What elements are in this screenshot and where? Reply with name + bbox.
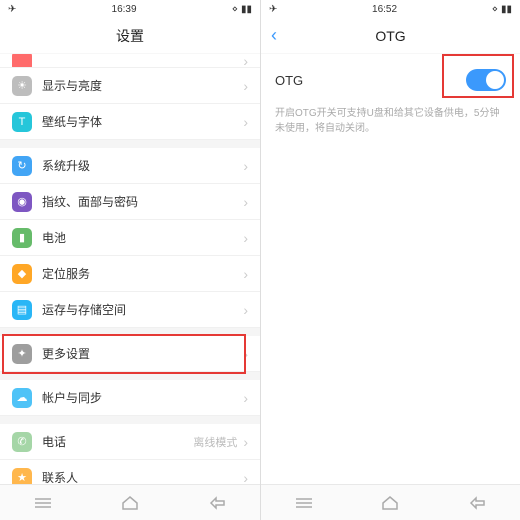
- storage-icon: ▤: [12, 300, 32, 320]
- item-contacts[interactable]: ★ 联系人 ›: [0, 460, 260, 484]
- item-label: 运存与存储空间: [42, 301, 243, 318]
- fingerprint-icon: ◉: [12, 192, 32, 212]
- header: ‹ OTG: [261, 18, 520, 54]
- battery-icon: ▮: [12, 228, 32, 248]
- back-chevron-icon[interactable]: ‹: [271, 25, 277, 46]
- item-update[interactable]: ↻ 系统升级 ›: [0, 148, 260, 184]
- item-label: 更多设置: [42, 345, 243, 362]
- item-label: 显示与亮度: [42, 77, 243, 94]
- nav-bar: [261, 484, 520, 520]
- battery-icon: ▮▮: [501, 4, 512, 15]
- chevron-right-icon: ›: [243, 266, 248, 282]
- recent-button[interactable]: [33, 495, 53, 511]
- settings-list[interactable]: › ☀ 显示与亮度 › T 壁纸与字体 › ↻ 系统升级 › ◉ 指纹、面部与密…: [0, 54, 260, 484]
- battery-icon: ▮▮: [241, 4, 252, 15]
- item-label: 电池: [42, 229, 243, 246]
- chevron-right-icon: ›: [243, 434, 248, 450]
- chevron-right-icon: ›: [243, 158, 248, 174]
- item-biometric[interactable]: ◉ 指纹、面部与密码 ›: [0, 184, 260, 220]
- item-label: 定位服务: [42, 265, 243, 282]
- item-battery[interactable]: ▮ 电池 ›: [0, 220, 260, 256]
- chevron-right-icon: ›: [243, 230, 248, 246]
- chevron-right-icon: ›: [243, 194, 248, 210]
- sound-icon: [12, 54, 32, 68]
- update-icon: ↻: [12, 156, 32, 176]
- otg-label: OTG: [275, 73, 303, 88]
- chevron-right-icon: ›: [243, 302, 248, 318]
- back-button[interactable]: [467, 495, 487, 511]
- chevron-right-icon: ›: [243, 114, 248, 130]
- page-title: 设置: [116, 26, 144, 46]
- settings-screen: ✈ 16:39 ⋄ ▮▮ 设置 › ☀ 显示与亮度 › T 壁纸与字体 ›: [0, 0, 260, 520]
- cloud-icon: ☁: [12, 388, 32, 408]
- header: 设置: [0, 18, 260, 54]
- status-time: 16:52: [372, 4, 397, 15]
- location-icon: ◆: [12, 264, 32, 284]
- status-bar: ✈ 16:52 ⋄ ▮▮: [261, 0, 520, 18]
- back-button[interactable]: [207, 495, 227, 511]
- home-button[interactable]: [120, 495, 140, 511]
- item-storage[interactable]: ▤ 运存与存储空间 ›: [0, 292, 260, 328]
- list-item[interactable]: ›: [0, 54, 260, 68]
- chevron-right-icon: ›: [243, 78, 248, 94]
- item-wallpaper[interactable]: T 壁纸与字体 ›: [0, 104, 260, 140]
- item-label: 指纹、面部与密码: [42, 193, 243, 210]
- status-bar: ✈ 16:39 ⋄ ▮▮: [0, 0, 260, 18]
- item-more-settings[interactable]: ✦ 更多设置 ›: [0, 336, 260, 372]
- chevron-right-icon: ›: [243, 470, 248, 485]
- item-label: 电话: [42, 433, 193, 450]
- chevron-right-icon: ›: [243, 54, 248, 68]
- item-label: 壁纸与字体: [42, 113, 243, 130]
- item-accounts[interactable]: ☁ 帐户与同步 ›: [0, 380, 260, 416]
- wifi-icon: ⋄: [232, 4, 238, 15]
- otg-content: OTG 开启OTG开关可支持U盘和给其它设备供电，5分钟未使用，将自动关闭。: [261, 54, 520, 484]
- home-button[interactable]: [380, 495, 400, 511]
- contacts-icon: ★: [12, 468, 32, 485]
- wifi-icon: ⋄: [492, 4, 498, 15]
- wallpaper-icon: T: [12, 112, 32, 132]
- item-phone[interactable]: ✆ 电话 离线模式 ›: [0, 424, 260, 460]
- display-icon: ☀: [12, 76, 32, 96]
- airplane-icon: ✈: [269, 4, 277, 15]
- airplane-icon: ✈: [8, 4, 16, 15]
- otg-screen: ✈ 16:52 ⋄ ▮▮ ‹ OTG OTG 开启OTG开关可支持U盘和给其它设…: [260, 0, 520, 520]
- otg-row: OTG: [261, 60, 520, 100]
- otg-toggle[interactable]: [466, 69, 506, 91]
- item-label: 联系人: [42, 469, 243, 484]
- secondary-text: 离线模式: [193, 434, 237, 450]
- otg-description: 开启OTG开关可支持U盘和给其它设备供电，5分钟未使用，将自动关闭。: [261, 100, 520, 142]
- chevron-right-icon: ›: [243, 390, 248, 406]
- nav-bar: [0, 484, 260, 520]
- item-label: 系统升级: [42, 157, 243, 174]
- item-location[interactable]: ◆ 定位服务 ›: [0, 256, 260, 292]
- page-title: OTG: [375, 28, 405, 44]
- phone-icon: ✆: [12, 432, 32, 452]
- recent-button[interactable]: [294, 495, 314, 511]
- item-label: 帐户与同步: [42, 389, 243, 406]
- chevron-right-icon: ›: [243, 346, 248, 362]
- status-time: 16:39: [112, 4, 137, 15]
- wrench-icon: ✦: [12, 344, 32, 364]
- item-display[interactable]: ☀ 显示与亮度 ›: [0, 68, 260, 104]
